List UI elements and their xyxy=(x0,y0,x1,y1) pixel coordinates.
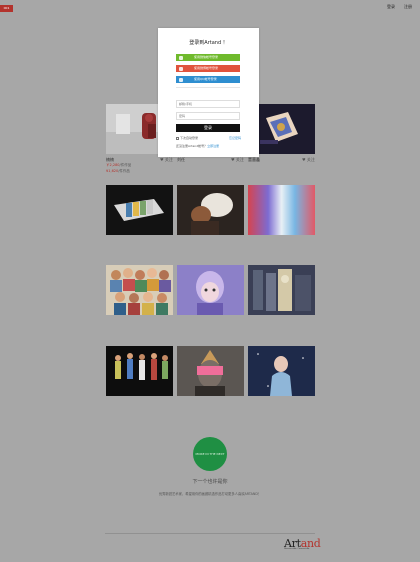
corner-badge[interactable]: 001 xyxy=(0,5,13,12)
divider xyxy=(176,87,240,88)
login-link[interactable]: 登录 xyxy=(387,4,395,10)
price-value: ¥1,620 xyxy=(106,169,119,173)
register-link[interactable]: 注册 xyxy=(404,4,412,10)
price-line: ¥1,620/件作品 xyxy=(106,169,130,174)
artwork-thumbnail[interactable] xyxy=(248,265,315,315)
artist-name[interactable]: 刘任 xyxy=(177,157,185,163)
logo-tagline: Discover Art, Connect Art xyxy=(284,548,310,550)
artwork-thumbnail[interactable] xyxy=(106,265,173,315)
next-title: 下一个也许是你 xyxy=(192,479,228,485)
artwork-thumbnail[interactable] xyxy=(248,185,315,235)
weibo-login-button[interactable]: 使用微博帐号登录 xyxy=(176,65,240,72)
artwork-thumbnail[interactable] xyxy=(248,346,315,396)
wechat-login-label: 使用微信帐号登录 xyxy=(194,55,219,59)
login-button[interactable]: 登录 xyxy=(176,124,240,132)
qq-login-label: 使用QQ帐号登录 xyxy=(194,77,217,81)
top-bar: 001 登录 注册 xyxy=(0,0,420,14)
follow-button[interactable]: ♥ 关注 xyxy=(160,157,173,163)
follow-button[interactable]: ♥ 关注 xyxy=(302,157,315,163)
wechat-login-button[interactable]: 使用微信帐号登录 xyxy=(176,54,240,61)
price-unit: /件作品 xyxy=(118,169,130,173)
footer-divider xyxy=(105,533,315,534)
artist-name[interactable]: 董墨鑫 xyxy=(248,157,260,163)
wechat-icon xyxy=(179,55,183,60)
register-prompt: 还没注册Artand帐号？立即注册 xyxy=(176,144,219,148)
forgot-password-link[interactable]: 忘记密码 xyxy=(229,136,241,140)
artwork-thumbnail[interactable] xyxy=(106,346,173,396)
artwork-thumbnail[interactable] xyxy=(177,346,244,396)
remember-label: 下次自动登录 xyxy=(180,136,199,140)
follow-button[interactable]: ♥ 关注 xyxy=(231,157,244,163)
username-input[interactable] xyxy=(176,100,240,108)
artwork-thumbnail[interactable] xyxy=(177,185,244,235)
artwork-thumbnail[interactable] xyxy=(106,185,173,235)
price-unit: /件作品 xyxy=(119,163,132,167)
weibo-login-label: 使用微博帐号登录 xyxy=(194,66,219,70)
more-circle-button[interactable]: MORE IN THE NEXT xyxy=(193,437,227,471)
register-link[interactable]: 立即注册 xyxy=(207,144,219,148)
password-input[interactable] xyxy=(176,112,240,120)
checkbox-icon xyxy=(176,136,179,140)
next-subtitle: 优秀新锐艺术家，希望用你的画廊精选作品打动更多人喜欢ARTAND！ xyxy=(158,492,262,496)
qq-login-button[interactable]: 使用QQ帐号登录 xyxy=(176,76,240,83)
login-modal: 登录到Artand ！ 使用微信帐号登录 使用微博帐号登录 使用QQ帐号登录 登… xyxy=(158,28,259,157)
remember-checkbox[interactable]: 下次自动登录 xyxy=(176,136,198,140)
register-prompt-text: 还没注册Artand帐号？ xyxy=(176,144,208,148)
price-value: ￥2,280 xyxy=(106,163,120,167)
artwork-thumbnail[interactable] xyxy=(177,265,244,315)
modal-title: 登录到Artand ！ xyxy=(189,40,228,46)
price-line: ￥2,280/件作品 xyxy=(106,163,131,168)
qq-icon xyxy=(179,77,183,82)
weibo-icon xyxy=(179,66,183,71)
